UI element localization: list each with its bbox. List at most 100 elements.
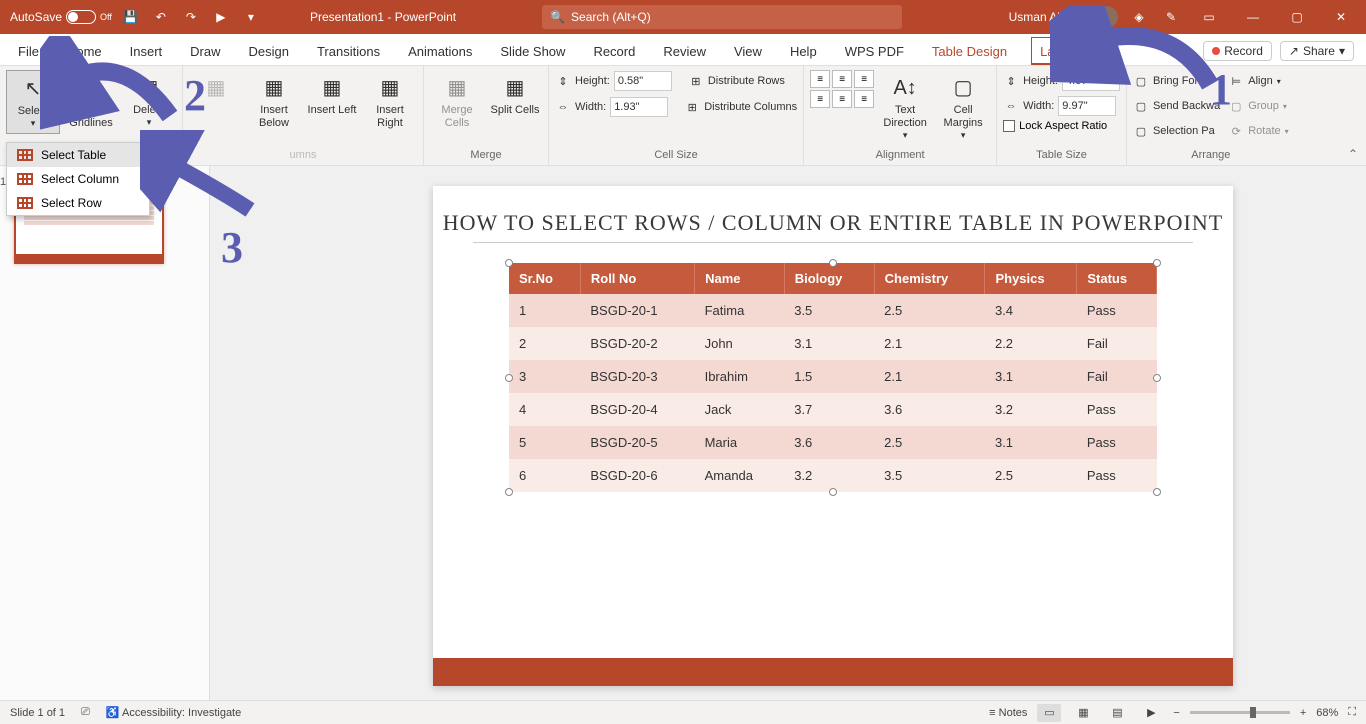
table-cell[interactable]: BSGD-20-4	[580, 393, 694, 426]
search-box[interactable]: 🔍	[542, 5, 902, 29]
table-cell[interactable]: 1	[509, 294, 580, 327]
cell-margins-button[interactable]: ▢Cell Margins▾	[936, 70, 990, 145]
cell-height-input[interactable]: 0.58"	[614, 71, 672, 91]
zoom-slider[interactable]	[1190, 711, 1290, 714]
tab-animations[interactable]: Animations	[404, 38, 476, 65]
table-cell[interactable]: John	[695, 327, 785, 360]
table-cell[interactable]: 3.2	[985, 393, 1077, 426]
slide-table[interactable]: Sr.NoRoll NoNameBiologyChemistryPhysicsS…	[509, 263, 1157, 492]
table-cell[interactable]: 2.2	[985, 327, 1077, 360]
table-cell[interactable]: 3.1	[985, 360, 1077, 393]
notes-button[interactable]: ≡ Notes	[989, 707, 1027, 719]
autosave-toggle[interactable]: AutoSave Off	[10, 10, 112, 24]
slide-canvas[interactable]: HOW TO SELECT ROWS / COLUMN OR ENTIRE TA…	[210, 166, 1366, 700]
tab-slideshow[interactable]: Slide Show	[496, 38, 569, 65]
distribute-columns-button[interactable]: Distribute Columns	[704, 101, 797, 113]
redo-icon[interactable]: ↷	[180, 6, 202, 28]
table-cell[interactable]: Ibrahim	[695, 360, 785, 393]
table-cell[interactable]: 2.1	[874, 327, 985, 360]
tab-help[interactable]: Help	[786, 38, 821, 65]
table-cell[interactable]: BSGD-20-2	[580, 327, 694, 360]
table-cell[interactable]: 1.5	[784, 360, 874, 393]
align-top-button[interactable]: ≡	[810, 90, 830, 108]
table-cell[interactable]: 3.1	[784, 327, 874, 360]
table-cell[interactable]: Pass	[1077, 294, 1157, 327]
slideshow-icon[interactable]: ▶	[210, 6, 232, 28]
maximize-icon[interactable]: ▢	[1280, 0, 1314, 34]
table-cell[interactable]: Fail	[1077, 360, 1157, 393]
tab-file[interactable]: File	[14, 38, 43, 65]
tab-record[interactable]: Record	[589, 38, 639, 65]
sorter-view-button[interactable]: ▦	[1071, 704, 1095, 722]
table-cell[interactable]: 3.7	[784, 393, 874, 426]
table-cell[interactable]: BSGD-20-3	[580, 360, 694, 393]
normal-view-button[interactable]: ▭	[1037, 704, 1061, 722]
select-table-item[interactable]: Select Table	[7, 143, 149, 167]
table-cell[interactable]: Fail	[1077, 327, 1157, 360]
table-cell[interactable]: 3.4	[985, 294, 1077, 327]
text-direction-button[interactable]: A↕Text Direction▾	[878, 70, 932, 145]
search-input[interactable]	[571, 10, 894, 24]
tab-draw[interactable]: Draw	[186, 38, 224, 65]
select-row-item[interactable]: Select Row	[7, 191, 149, 215]
table-cell[interactable]: Pass	[1077, 459, 1157, 492]
table-row[interactable]: 1BSGD-20-1Fatima3.52.53.4Pass	[509, 294, 1157, 327]
close-icon[interactable]: ✕	[1324, 0, 1358, 34]
tab-tabledesign[interactable]: Table Design	[928, 38, 1011, 65]
table-cell[interactable]: 3.6	[874, 393, 985, 426]
share-button[interactable]: ↗Share▾	[1280, 41, 1354, 61]
insert-below-button[interactable]: ▦Insert Below	[247, 70, 301, 134]
zoom-in-button[interactable]: +	[1300, 707, 1306, 719]
split-cells-button[interactable]: ▦Split Cells	[488, 70, 542, 121]
undo-icon[interactable]: ↶	[150, 6, 172, 28]
accessibility-button[interactable]: ♿ Accessibility: Investigate	[106, 706, 241, 719]
table-row[interactable]: 5BSGD-20-5Maria3.62.53.1Pass	[509, 426, 1157, 459]
table-cell[interactable]: BSGD-20-6	[580, 459, 694, 492]
table-cell[interactable]: BSGD-20-5	[580, 426, 694, 459]
selection-pane-button[interactable]: ▢Selection Pa	[1133, 120, 1220, 142]
align-right-button[interactable]: ≡	[854, 70, 874, 88]
table-cell[interactable]: 3.5	[874, 459, 985, 492]
slideshow-view-button[interactable]: ▶	[1139, 704, 1163, 722]
table-cell[interactable]: 2.5	[874, 294, 985, 327]
language-icon[interactable]: ⎚	[81, 706, 90, 719]
table-cell[interactable]: 2.5	[874, 426, 985, 459]
table-cell[interactable]: 6	[509, 459, 580, 492]
table-cell[interactable]: 3.2	[784, 459, 874, 492]
align-center-button[interactable]: ≡	[832, 70, 852, 88]
table-cell[interactable]: 2.1	[874, 360, 985, 393]
table-row[interactable]: 2BSGD-20-2John3.12.12.2Fail	[509, 327, 1157, 360]
table-cell[interactable]: Pass	[1077, 393, 1157, 426]
table-cell[interactable]: Amanda	[695, 459, 785, 492]
table-cell[interactable]: 3	[509, 360, 580, 393]
cell-width-input[interactable]: 1.93"	[610, 97, 668, 117]
select-column-item[interactable]: Select Column	[7, 167, 149, 191]
align-left-button[interactable]: ≡	[810, 70, 830, 88]
insert-right-button[interactable]: ▦Insert Right	[363, 70, 417, 134]
table-cell[interactable]: 2.5	[985, 459, 1077, 492]
align-bottom-button[interactable]: ≡	[854, 90, 874, 108]
table-cell[interactable]: Maria	[695, 426, 785, 459]
reading-view-button[interactable]: ▤	[1105, 704, 1129, 722]
tab-view[interactable]: View	[730, 38, 766, 65]
tab-transitions[interactable]: Transitions	[313, 38, 384, 65]
tab-review[interactable]: Review	[659, 38, 710, 65]
table-cell[interactable]: Pass	[1077, 426, 1157, 459]
table-cell[interactable]: 2	[509, 327, 580, 360]
table-cell[interactable]: 5	[509, 426, 580, 459]
table-cell[interactable]: BSGD-20-1	[580, 294, 694, 327]
tab-wpspdf[interactable]: WPS PDF	[841, 38, 908, 65]
table-cell[interactable]: 4	[509, 393, 580, 426]
collapse-ribbon-icon[interactable]: ⌃	[1348, 147, 1358, 161]
align-middle-button[interactable]: ≡	[832, 90, 852, 108]
distribute-rows-button[interactable]: Distribute Rows	[708, 75, 785, 87]
save-icon[interactable]: 💾	[120, 6, 142, 28]
table-row[interactable]: 4BSGD-20-4Jack3.73.63.2Pass	[509, 393, 1157, 426]
zoom-out-button[interactable]: −	[1173, 707, 1179, 719]
table-cell[interactable]: 3.5	[784, 294, 874, 327]
fit-button[interactable]: ⛶	[1348, 706, 1356, 719]
insert-left-button[interactable]: ▦Insert Left	[305, 70, 359, 121]
qat-more-icon[interactable]: ▾	[240, 6, 262, 28]
table-cell[interactable]: 3.6	[784, 426, 874, 459]
lock-aspect-checkbox[interactable]: Lock Aspect Ratio	[1003, 120, 1107, 132]
